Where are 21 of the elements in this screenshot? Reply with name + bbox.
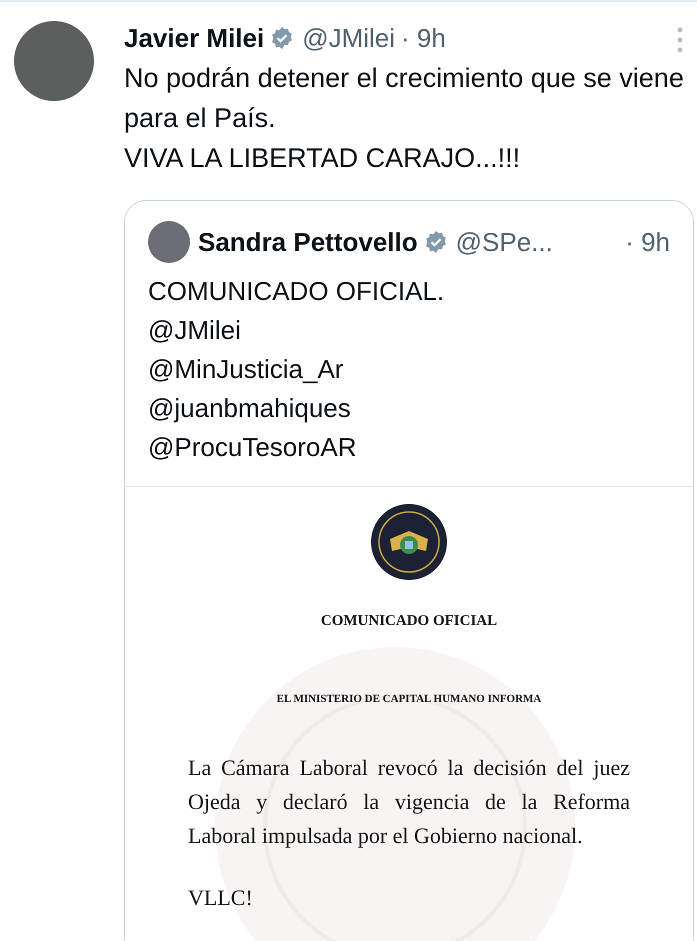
- author-handle[interactable]: @JMilei: [302, 18, 396, 58]
- tweet-text: No podrán detener el crecimiento que se viene para el País.: [124, 62, 685, 135]
- quoted-tweet-card[interactable]: [124, 200, 694, 941]
- tweet-text: @juanbmahiques: [148, 392, 352, 425]
- tweet-text: @MinJusticia_Ar: [148, 353, 344, 386]
- tweet-text: @JMilei: [148, 314, 242, 347]
- tweet-time: · 9h: [401, 22, 446, 54]
- document-page[interactable]: COMUNICADO OFICIAL EL MINISTERIO DE CAPITAL HUMANO INFORMA La Cámara Laboral revocó la decisión del juez Ojeda y declaró la vigencia de la Reforma Laboral impulsada por el Gobierno nacional. VLLC!: [125, 486, 693, 941]
- document-title: COMUNICADO OFICIAL: [320, 612, 498, 631]
- document-subtitle: EL MINISTERIO DE CAPITAL HUMANO INFORMA: [276, 692, 542, 706]
- tweet-text: @ProcuTesoroAR: [148, 431, 358, 464]
- avatar-photo: [148, 221, 190, 263]
- document-body: La Cámara Laboral revocó la decisión del juez Ojeda y declaró la vigencia de la Reforma Laboral impulsada por el Gobierno nacional.: [188, 754, 630, 850]
- author-name[interactable]: Javier Milei: [124, 18, 264, 58]
- tweet-time: · 9h: [625, 226, 670, 258]
- ministry-seal-icon: [370, 503, 448, 581]
- tweet-text: VIVA LA LIBERTAD CARAJO...!!!: [124, 142, 522, 175]
- author-name: Sandra Pettovello: [198, 226, 418, 258]
- author-handle: @SPe...: [456, 226, 553, 258]
- document-closing: VLLC!: [188, 884, 254, 912]
- tweet-text: COMUNICADO OFICIAL.: [148, 275, 446, 308]
